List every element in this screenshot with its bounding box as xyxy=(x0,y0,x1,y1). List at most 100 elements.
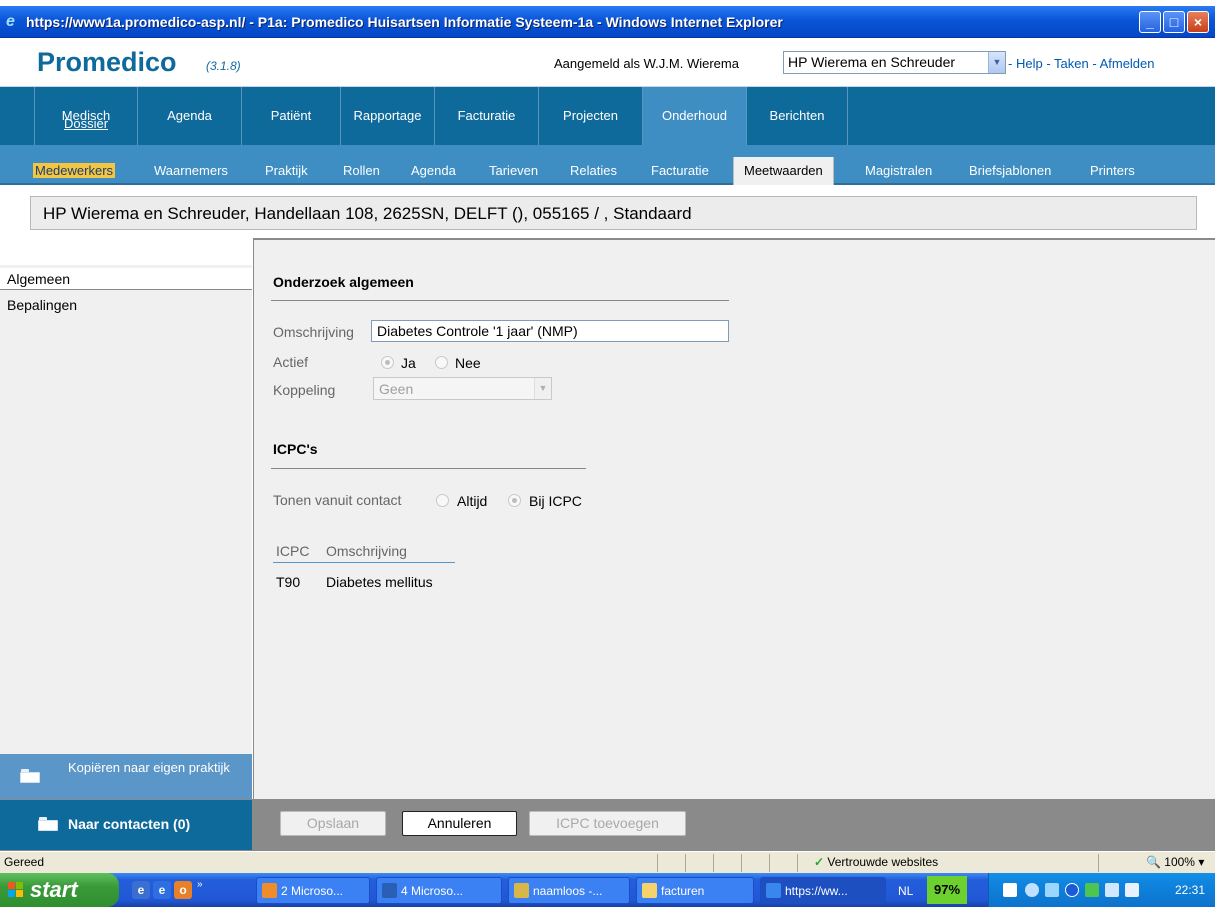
koppeling-select[interactable]: Geen ▼ xyxy=(373,377,552,400)
status-divider xyxy=(797,854,798,872)
window-title: https://www1a.promedico-asp.nl/ - P1a: P… xyxy=(26,14,783,30)
nav-rapportage[interactable]: Rapportage xyxy=(341,87,435,145)
status-divider xyxy=(1098,854,1099,872)
network-icon[interactable] xyxy=(1045,883,1059,897)
afmelden-link[interactable]: Afmelden xyxy=(1100,56,1155,71)
nav-projecten[interactable]: Projecten xyxy=(539,87,643,145)
actief-nee-radio[interactable] xyxy=(435,356,448,369)
zoom-control[interactable]: 🔍 100% ▾ xyxy=(1146,855,1204,869)
left-item-algemeen[interactable]: Algemeen xyxy=(0,268,252,290)
nav-patient[interactable]: Patiënt xyxy=(242,87,341,145)
system-tray: 22:31 xyxy=(988,873,1215,907)
icpc-toevoegen-button[interactable]: ICPC toevoegen xyxy=(529,811,686,836)
signal-icon[interactable] xyxy=(1085,883,1099,897)
paint-icon xyxy=(514,883,529,898)
subnav-medewerkers[interactable]: Medewerkers xyxy=(33,163,116,178)
opslaan-button[interactable]: Opslaan xyxy=(280,811,386,836)
tonen-altijd-label: Altijd xyxy=(457,493,488,509)
taskbar-item[interactable]: facturen xyxy=(636,877,754,904)
maximize-button[interactable]: □ xyxy=(1163,11,1185,33)
subnav-praktijk[interactable]: Praktijk xyxy=(265,163,308,178)
subnav-facturatie[interactable]: Facturatie xyxy=(651,163,709,178)
subnav-printers[interactable]: Printers xyxy=(1090,163,1135,178)
tonen-altijd-radio[interactable] xyxy=(436,494,449,507)
close-button[interactable]: × xyxy=(1187,11,1209,33)
status-divider xyxy=(713,854,714,872)
nav-berichten[interactable]: Berichten xyxy=(747,87,848,145)
actief-ja-label: Ja xyxy=(401,355,416,371)
actief-nee-label: Nee xyxy=(455,355,481,371)
taskbar-item[interactable]: 2 Microso... xyxy=(256,877,370,904)
minimize-button[interactable]: _ xyxy=(1139,11,1161,33)
battery-indicator[interactable]: 97% xyxy=(927,876,967,904)
tray-icon[interactable] xyxy=(1105,883,1119,897)
tonen-label: Tonen vanuit contact xyxy=(273,492,402,508)
table-header-icpc: ICPC xyxy=(276,543,310,559)
internet-explorer-icon: e xyxy=(6,13,15,30)
app-header: Promedico (3.1.8) Aangemeld als W.J.M. W… xyxy=(0,39,1215,87)
subnav-rollen[interactable]: Rollen xyxy=(343,163,380,178)
brand-logo: Promedico xyxy=(37,47,177,77)
quicklaunch-icon[interactable]: o xyxy=(174,881,192,899)
main-nav: Medisch Dossier Agenda Patiënt Rapportage… xyxy=(0,87,1215,145)
security-zone: ✓ Vertrouwde websites xyxy=(814,855,939,869)
header-links: - Help - Taken - Afmelden xyxy=(1008,56,1155,71)
nav-onderhoud[interactable]: Onderhoud xyxy=(643,87,747,145)
subnav-magistralen[interactable]: Magistralen xyxy=(865,163,932,178)
section-title-icpc: ICPC's xyxy=(273,441,318,457)
actief-ja-radio[interactable] xyxy=(381,356,394,369)
folder-icon xyxy=(38,817,58,831)
version-label: (3.1.8) xyxy=(206,59,241,73)
table-header-rule xyxy=(273,562,455,563)
naar-contacten-button[interactable]: Naar contacten (0) xyxy=(0,800,252,850)
left-item-bepalingen[interactable]: Bepalingen xyxy=(0,294,252,316)
word-icon xyxy=(382,883,397,898)
subnav-agenda[interactable]: Agenda xyxy=(411,163,456,178)
tonen-bij-icpc-label: Bij ICPC xyxy=(529,493,582,509)
windows-flag-icon xyxy=(8,882,24,898)
subnav-waarnemers[interactable]: Waarnemers xyxy=(154,163,228,178)
section-rule xyxy=(271,468,586,469)
practice-select-value: HP Wierema en Schreuder xyxy=(788,54,956,70)
status-divider xyxy=(657,854,658,872)
tonen-bij-icpc-radio[interactable] xyxy=(508,494,521,507)
taskbar-item[interactable]: naamloos -... xyxy=(508,877,630,904)
taskbar-item[interactable]: 4 Microso... xyxy=(376,877,502,904)
power-icon[interactable] xyxy=(1003,883,1017,897)
chevron-down-icon: ▼ xyxy=(534,378,551,399)
tray-icon[interactable] xyxy=(1125,883,1139,897)
window-titlebar: e https://www1a.promedico-asp.nl/ - P1a:… xyxy=(0,6,1215,38)
ie-quicklaunch-icon[interactable]: e xyxy=(153,881,171,899)
koppeling-label: Koppeling xyxy=(273,382,336,398)
subnav-tarieven[interactable]: Tarieven xyxy=(489,163,538,178)
start-button[interactable]: start xyxy=(0,873,119,907)
subnav-relaties[interactable]: Relaties xyxy=(570,163,617,178)
status-divider xyxy=(685,854,686,872)
subnav-briefsjablonen[interactable]: Briefsjablonen xyxy=(969,163,1051,178)
language-indicator[interactable]: NL xyxy=(898,884,913,898)
quicklaunch-expand-icon[interactable]: » xyxy=(197,879,203,890)
subnav-meetwaarden[interactable]: Meetwaarden xyxy=(733,157,834,185)
quicklaunch-icon[interactable]: e xyxy=(132,881,150,899)
nav-agenda[interactable]: Agenda xyxy=(138,87,242,145)
chevron-down-icon[interactable]: ▼ xyxy=(988,52,1005,73)
sub-nav: Medewerkers Waarnemers Praktijk Rollen A… xyxy=(0,145,1215,185)
folder-icon xyxy=(642,883,657,898)
nav-facturatie[interactable]: Facturatie xyxy=(435,87,539,145)
nav-medisch-dossier[interactable]: Medisch Dossier xyxy=(34,87,138,145)
status-divider xyxy=(741,854,742,872)
annuleren-button[interactable]: Annuleren xyxy=(402,811,517,836)
logged-in-label: Aangemeld als W.J.M. Wierema xyxy=(554,56,739,71)
naar-contacten-label: Naar contacten (0) xyxy=(68,816,191,832)
back-icon[interactable] xyxy=(1025,883,1039,897)
table-cell-description[interactable]: Diabetes mellitus xyxy=(326,574,433,590)
taskbar-item[interactable]: https://ww... xyxy=(760,877,886,904)
table-cell-code[interactable]: T90 xyxy=(276,574,300,590)
bluetooth-icon[interactable] xyxy=(1065,883,1079,897)
copy-to-practice-button[interactable]: Kopiëren naar eigen praktijk xyxy=(0,754,252,799)
help-link[interactable]: Help xyxy=(1016,56,1043,71)
omschrijving-label: Omschrijving xyxy=(273,324,354,340)
omschrijving-input[interactable]: Diabetes Controle '1 jaar' (NMP) xyxy=(371,320,729,342)
practice-select[interactable]: HP Wierema en Schreuder ▼ xyxy=(783,51,1006,74)
taken-link[interactable]: Taken xyxy=(1054,56,1089,71)
